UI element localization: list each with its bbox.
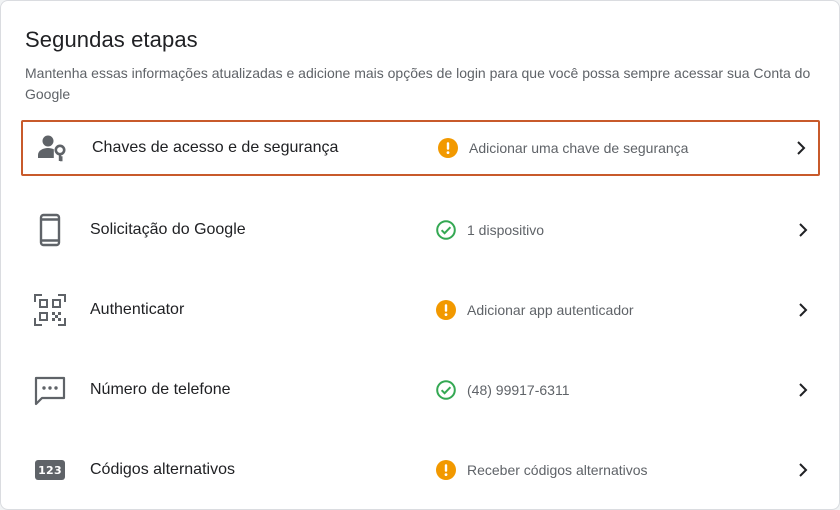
row-label: Número de telefone — [90, 381, 231, 398]
check-circle-icon — [436, 220, 456, 240]
warning-icon — [436, 460, 456, 480]
check-circle-icon — [436, 380, 456, 400]
row-label: Chaves de acesso e de segurança — [92, 139, 339, 156]
chevron-right-icon — [799, 383, 808, 397]
row-label: Authenticator — [90, 301, 185, 318]
chevron-right-icon — [799, 463, 808, 477]
status-text: Adicionar uma chave de segurança — [469, 140, 689, 156]
section-title: Segundas etapas — [25, 27, 198, 52]
row-google-prompt[interactable]: Solicitação do Google 1 dispositivo — [21, 202, 820, 258]
status-text: Receber códigos alternativos — [467, 462, 648, 478]
row-phone-number[interactable]: Número de telefone (48) 99917-6311 — [21, 362, 820, 418]
chevron-right-icon — [799, 223, 808, 237]
backup-codes-badge: 123 — [35, 460, 65, 480]
warning-icon — [438, 138, 458, 158]
warning-icon — [436, 300, 456, 320]
status-text: Adicionar app autenticador — [467, 302, 634, 318]
status-text: 1 dispositivo — [467, 222, 545, 238]
status-text: (48) 99917-6311 — [467, 382, 570, 398]
row-label: Solicitação do Google — [90, 221, 246, 238]
row-authenticator[interactable]: Authenticator Adicionar app autenticador — [21, 282, 820, 338]
row-backup-codes[interactable]: 123 Códigos alternativos Receber códigos… — [21, 442, 820, 498]
phone-icon — [33, 213, 67, 247]
section-description: Mantenha essas informações atualizadas e… — [25, 65, 811, 102]
qr-code-icon — [33, 293, 67, 327]
backup-codes-icon: 123 — [33, 453, 67, 487]
row-passkeys[interactable]: Chaves de acesso e de segurança Adiciona… — [21, 120, 820, 176]
row-label: Códigos alternativos — [90, 461, 235, 478]
passkey-icon — [35, 131, 69, 165]
chevron-right-icon — [797, 141, 806, 155]
sms-icon — [33, 373, 67, 407]
chevron-right-icon — [799, 303, 808, 317]
second-steps-card: Segundas etapas Mantenha essas informaçõ… — [0, 0, 840, 510]
